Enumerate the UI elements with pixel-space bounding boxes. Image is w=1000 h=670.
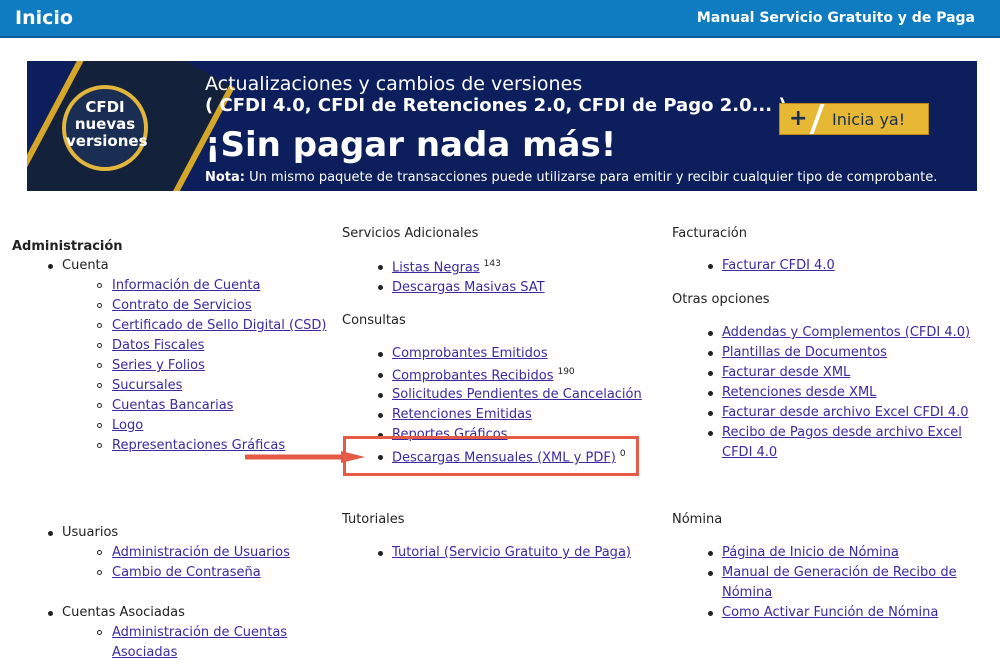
section-title-administracion: Administración <box>12 239 123 254</box>
bullet <box>378 265 383 270</box>
link-recibo-pagos-excel[interactable]: Recibo de Pagos desde archivo Excel <box>722 425 962 440</box>
bullet <box>708 551 713 556</box>
banner-line1: Actualizaciones y cambios de versiones <box>205 73 583 95</box>
section-title-nomina: Nómina <box>672 512 723 527</box>
bullet <box>708 611 713 616</box>
link-recibo-pagos-excel-cont[interactable]: CFDI 4.0 <box>722 445 777 460</box>
plus-icon: + <box>789 106 808 131</box>
link-listas-negras[interactable]: Listas Negras 143 <box>392 259 501 275</box>
link-series-folios[interactable]: Series y Folios <box>112 358 205 373</box>
circle-bullet <box>97 343 102 348</box>
banner-line2: ( CFDI 4.0, CFDI de Retenciones 2.0, CFD… <box>205 95 787 116</box>
circle-bullet <box>97 443 102 448</box>
link-tutorial[interactable]: Tutorial (Servicio Gratuito y de Paga) <box>392 545 631 560</box>
bullet <box>708 371 713 376</box>
link-informacion-cuenta[interactable]: Información de Cuenta <box>112 278 260 293</box>
bullet <box>48 531 53 536</box>
link-activar-nomina[interactable]: Como Activar Función de Nómina <box>722 605 938 620</box>
bullet <box>378 285 383 290</box>
link-descargas-masivas[interactable]: Descargas Masivas SAT <box>392 280 545 295</box>
inicia-ya-button[interactable]: + Inicia ya! <box>779 103 929 135</box>
circle-bullet <box>97 283 102 288</box>
link-addendas[interactable]: Addendas y Complementos (CFDI 4.0) <box>722 325 970 340</box>
group-title-usuarios: Usuarios <box>62 525 119 540</box>
circle-bullet <box>97 630 102 635</box>
circle-bullet <box>97 303 102 308</box>
circle-bullet <box>97 403 102 408</box>
link-plantillas[interactable]: Plantillas de Documentos <box>722 345 887 360</box>
link-comprobantes-recibidos[interactable]: Comprobantes Recibidos 190 <box>392 367 575 383</box>
section-title-tutoriales: Tutoriales <box>342 512 405 527</box>
cfdi-badge: CFDI nuevas versiones <box>62 85 148 171</box>
bullet <box>708 571 713 576</box>
group-title-cuentas-asociadas: Cuentas Asociadas <box>62 605 185 620</box>
bullet <box>48 611 53 616</box>
bullet <box>378 551 383 556</box>
link-sucursales[interactable]: Sucursales <box>112 378 182 393</box>
bullet <box>378 352 383 357</box>
link-administracion-cuentas-cont[interactable]: Asociadas <box>112 645 177 660</box>
link-contrato-servicios[interactable]: Contrato de Servicios <box>112 298 252 313</box>
pointer-arrow-icon <box>245 451 365 463</box>
link-certificado-csd[interactable]: Certificado de Sello Digital (CSD) <box>112 318 327 333</box>
circle-bullet <box>97 570 102 575</box>
bullet <box>708 431 713 436</box>
section-title-consultas: Consultas <box>342 313 406 328</box>
circle-bullet <box>97 550 102 555</box>
bullet <box>708 331 713 336</box>
link-facturar-excel[interactable]: Facturar desde archivo Excel CFDI 4.0 <box>722 405 969 420</box>
link-facturar-cfdi[interactable]: Facturar CFDI 4.0 <box>722 258 835 273</box>
top-bar: Inicio Manual Servicio Gratuito y de Pag… <box>0 0 1000 38</box>
circle-bullet <box>97 363 102 368</box>
bullet <box>708 351 713 356</box>
banner-note: Nota: Un mismo paquete de transacciones … <box>205 170 938 185</box>
link-administracion-usuarios[interactable]: Administración de Usuarios <box>112 545 290 560</box>
link-manual-recibo-nomina[interactable]: Manual de Generación de Recibo de <box>722 565 957 580</box>
link-cambio-contrasena[interactable]: Cambio de Contraseña <box>112 565 261 580</box>
banner-headline: ¡Sin pagar nada más! <box>205 125 617 165</box>
circle-bullet <box>97 383 102 388</box>
listas-negras-count: 143 <box>483 259 501 269</box>
link-inicio-nomina[interactable]: Página de Inicio de Nómina <box>722 545 899 560</box>
slash-divider <box>809 104 825 134</box>
promo-banner[interactable]: CFDI nuevas versiones Actualizaciones y … <box>27 61 977 191</box>
group-title-cuenta: Cuenta <box>62 258 109 273</box>
recibidos-count: 190 <box>557 367 575 377</box>
manual-link[interactable]: Manual Servicio Gratuito y de Paga <box>697 10 975 26</box>
section-title-servicios: Servicios Adicionales <box>342 226 479 241</box>
link-cuentas-bancarias[interactable]: Cuentas Bancarias <box>112 398 233 413</box>
bullet <box>708 411 713 416</box>
link-logo[interactable]: Logo <box>112 418 143 433</box>
section-title-otras-opciones: Otras opciones <box>672 292 770 307</box>
link-retenciones-emitidas[interactable]: Retenciones Emitidas <box>392 407 532 422</box>
bullet <box>378 393 383 398</box>
bullet <box>378 413 383 418</box>
circle-bullet <box>97 423 102 428</box>
link-retenciones-xml[interactable]: Retenciones desde XML <box>722 385 876 400</box>
bullet <box>48 264 53 269</box>
section-title-facturacion: Facturación <box>672 226 747 241</box>
bullet <box>708 391 713 396</box>
link-solicitudes-pendientes[interactable]: Solicitudes Pendientes de Cancelación <box>392 387 642 402</box>
circle-bullet <box>97 323 102 328</box>
link-administracion-cuentas[interactable]: Administración de Cuentas <box>112 625 287 640</box>
bullet <box>378 373 383 378</box>
bullet <box>708 264 713 269</box>
page-title: Inicio <box>15 7 73 29</box>
link-facturar-xml[interactable]: Facturar desde XML <box>722 365 850 380</box>
link-datos-fiscales[interactable]: Datos Fiscales <box>112 338 204 353</box>
link-comprobantes-emitidos[interactable]: Comprobantes Emitidos <box>392 346 548 361</box>
highlight-box <box>343 436 639 476</box>
link-manual-recibo-nomina-cont[interactable]: Nómina <box>722 585 772 600</box>
